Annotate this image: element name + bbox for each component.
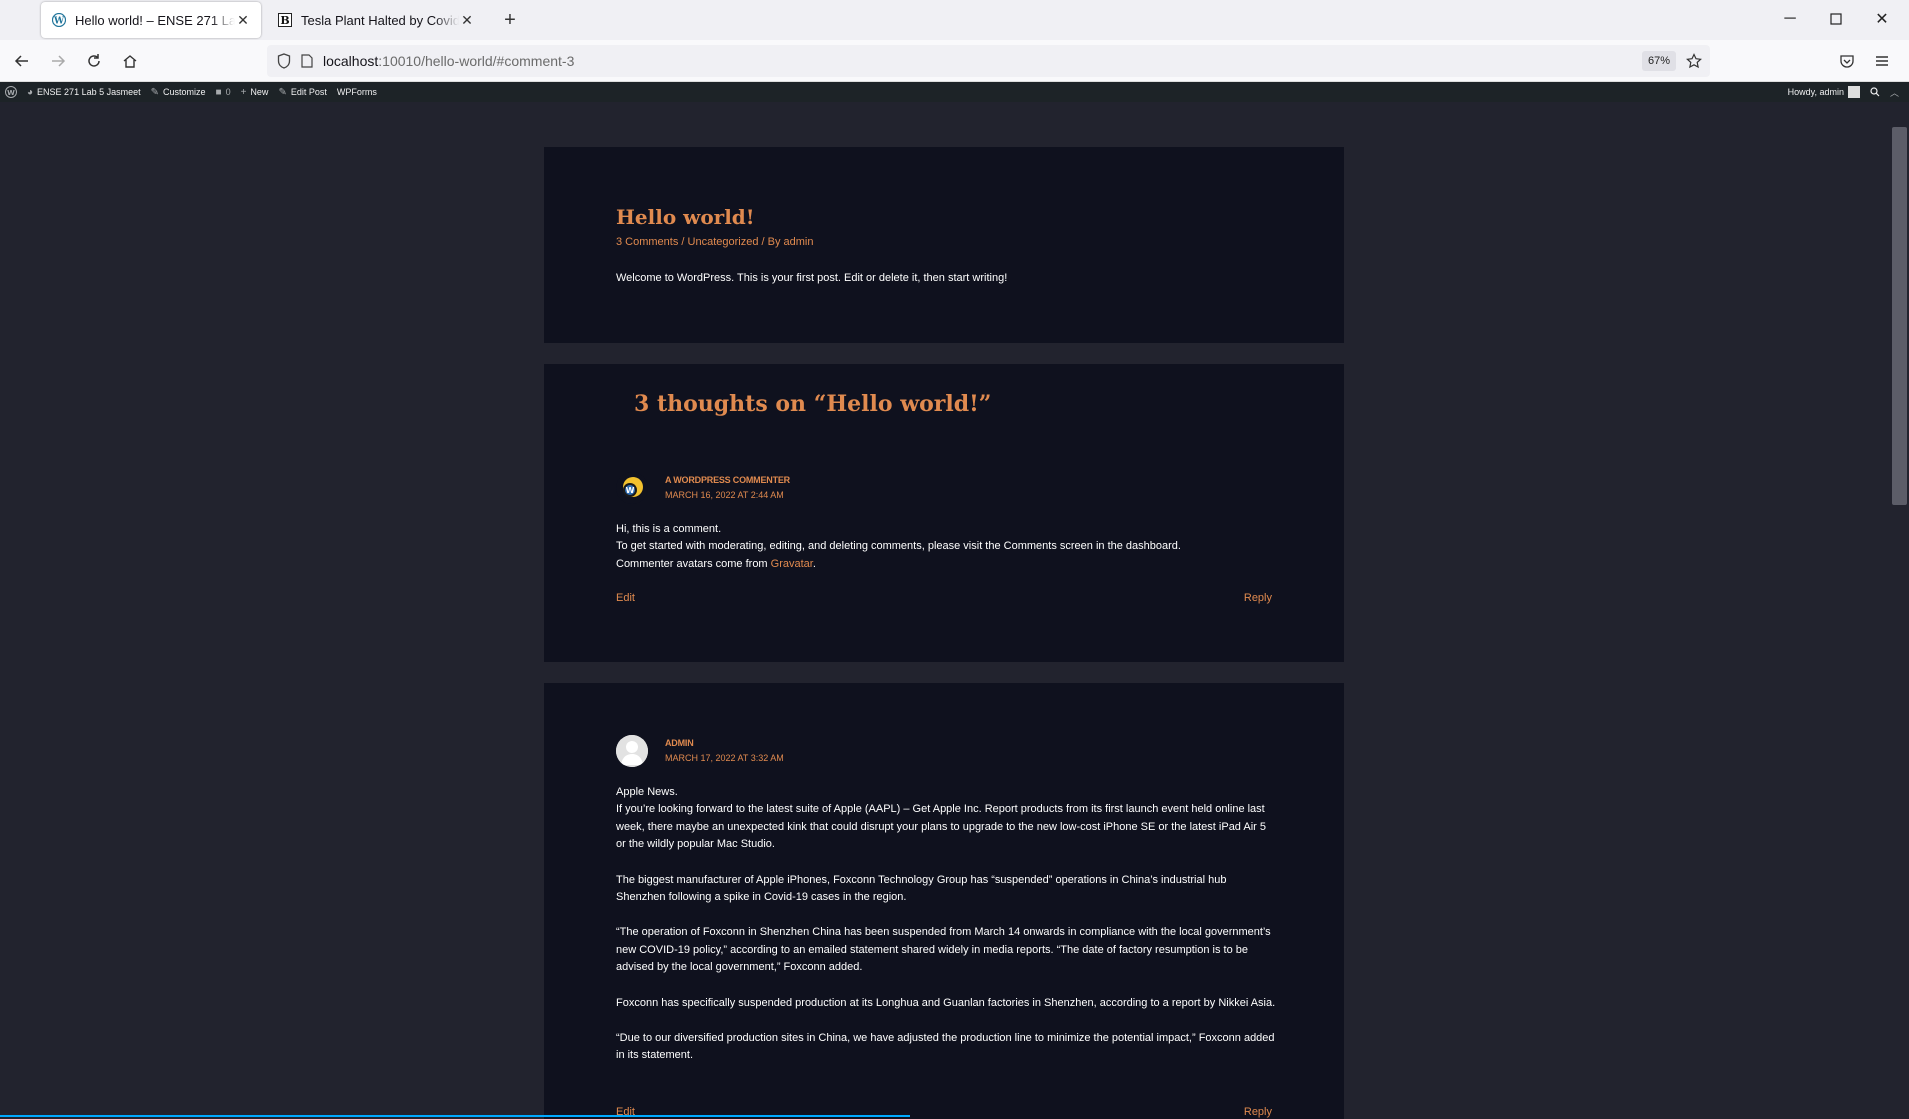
meta-by: / By <box>758 236 784 248</box>
comment-bubble-icon: ■ <box>215 86 222 98</box>
hamburger-menu-icon[interactable] <box>1869 49 1895 73</box>
admin-bar-comments[interactable]: ■ 0 <box>211 82 236 102</box>
comment-date[interactable]: March 16, 2022 at 2:44 am <box>665 490 784 500</box>
comment-card-admin: admin March 17, 2022 at 3:32 am Apple Ne… <box>544 683 1344 1119</box>
reload-icon[interactable] <box>81 49 107 73</box>
pencil-icon: ✎ <box>278 86 287 98</box>
wordpress-icon: W <box>51 12 67 28</box>
maximize-icon[interactable] <box>1818 6 1854 32</box>
gravatar-link[interactable]: Gravatar <box>771 558 813 570</box>
tab-title: Hello world! – ENSE 271 Lab 5 Jasmeet <box>75 12 235 28</box>
plus-icon: + <box>240 86 247 98</box>
post-title[interactable]: Hello world! <box>616 205 755 229</box>
comment-paragraph: Apple News. If you’re looking forward to… <box>616 784 1276 854</box>
home-icon[interactable] <box>117 49 143 73</box>
page-load-bar <box>0 1115 910 1117</box>
comments-card: 3 thoughts on “Hello world!” W A WordPre… <box>544 364 1344 662</box>
reply-link[interactable]: Reply <box>1244 592 1272 604</box>
new-label: New <box>250 87 269 97</box>
customize-label: Customize <box>163 87 206 97</box>
reply-link[interactable]: Reply <box>1244 1106 1272 1118</box>
wp-admin-bar: W ◕ ENSE 271 Lab 5 Jasmeet ✎ Customize ■… <box>0 82 1909 102</box>
comment-line: Apple News. <box>616 786 678 798</box>
comment-line-prefix: Commenter avatars come from <box>616 557 771 570</box>
comments-heading: 3 thoughts on “Hello world!” <box>634 391 992 417</box>
svg-text:W: W <box>7 89 15 97</box>
close-icon[interactable]: ✕ <box>459 12 475 28</box>
admin-bar-new[interactable]: + New <box>236 82 274 102</box>
category-link[interactable]: Uncategorized <box>688 236 759 248</box>
browser-tab-bar: W Hello world! – ENSE 271 Lab 5 Jasmeet … <box>0 0 1909 40</box>
admin-bar-customize[interactable]: ✎ Customize <box>146 82 211 102</box>
comments-count-link[interactable]: 3 Comments <box>616 236 678 248</box>
tab-title: Tesla Plant Halted by Covid. The <box>301 12 459 28</box>
post-meta: 3 Comments / Uncategorized / By admin <box>616 236 814 248</box>
bookmark-star-icon[interactable] <box>1681 49 1707 73</box>
url-host: localhost <box>323 53 379 69</box>
comment-body: Apple News. If you’re looking forward to… <box>616 784 1276 1065</box>
edit-comment-link[interactable]: Edit <box>616 592 635 604</box>
page-content: Hello world! 3 Comments / Uncategorized … <box>0 102 1890 1119</box>
page-icon <box>301 54 313 68</box>
meta-separator: / <box>678 236 688 248</box>
comment-date[interactable]: March 17, 2022 at 3:32 am <box>665 753 784 763</box>
author-link[interactable]: admin <box>784 236 814 248</box>
zoom-level-badge[interactable]: 67% <box>1642 51 1677 71</box>
new-tab-button[interactable]: + <box>498 8 522 32</box>
browser-nav-bar: localhost:10010/hello-world/#comment-3 6… <box>0 40 1909 82</box>
comment-paragraph: The biggest manufacturer of Apple iPhone… <box>616 873 1227 904</box>
comment-line: Commenter avatars come from Gravatar. <box>616 556 1316 573</box>
edit-post-label: Edit Post <box>290 87 327 97</box>
comment-line: If you’re looking forward to the latest … <box>616 803 1266 851</box>
dashboard-icon: ◕ <box>27 86 34 98</box>
comment-author[interactable]: admin <box>665 738 694 748</box>
forward-arrow-icon[interactable] <box>45 49 71 73</box>
comment-line: To get started with moderating, editing,… <box>616 540 1181 553</box>
tab-hello-world[interactable]: W Hello world! – ENSE 271 Lab 5 Jasmeet … <box>41 2 261 38</box>
svg-text:W: W <box>53 17 65 27</box>
comment-author[interactable]: A WordPress Commenter <box>665 475 790 485</box>
commenter-avatar: W <box>616 472 648 504</box>
admin-avatar[interactable] <box>1847 86 1860 98</box>
url-path: :10010/hello-world/#comment-3 <box>378 53 575 69</box>
minimize-icon[interactable]: ─ <box>1772 6 1808 32</box>
chevron-up-icon[interactable]: ︿ <box>1890 86 1899 99</box>
comment-paragraph: “Due to our diversified production sites… <box>616 1032 1275 1062</box>
scrollbar-thumb[interactable] <box>1892 127 1907 505</box>
url-bar[interactable]: localhost:10010/hello-world/#comment-3 <box>267 45 1710 77</box>
admin-avatar-image <box>616 735 648 767</box>
b-letter-icon: B <box>277 12 293 28</box>
window-close-icon[interactable]: ✕ <box>1864 6 1900 32</box>
wp-logo-icon[interactable]: W <box>0 82 22 102</box>
howdy-label[interactable]: Howdy, admin <box>1788 87 1844 97</box>
comment-paragraph: “The operation of Foxconn in Shenzhen Ch… <box>616 926 1271 974</box>
wpforms-label: WPForms <box>336 87 377 97</box>
svg-text:B: B <box>280 14 289 27</box>
pocket-icon[interactable] <box>1834 49 1860 73</box>
comment-paragraph: Foxconn has specifically suspended produ… <box>616 996 1276 1009</box>
admin-bar-wpforms[interactable]: WPForms <box>332 82 382 102</box>
admin-bar-site-name[interactable]: ◕ ENSE 271 Lab 5 Jasmeet <box>22 82 146 102</box>
back-arrow-icon[interactable] <box>9 49 35 73</box>
post-card: Hello world! 3 Comments / Uncategorized … <box>544 147 1344 343</box>
site-name-label: ENSE 271 Lab 5 Jasmeet <box>37 87 141 97</box>
tab-tesla[interactable]: B Tesla Plant Halted by Covid. The ✕ <box>267 2 485 38</box>
brush-icon: ✎ <box>150 86 159 98</box>
shield-icon[interactable] <box>277 53 291 69</box>
comment-body: Hi, this is a comment. To get started wi… <box>616 521 1316 573</box>
post-body: Welcome to WordPress. This is your first… <box>616 272 1008 284</box>
search-icon[interactable] <box>1870 87 1880 97</box>
comments-count: 0 <box>225 87 231 97</box>
comment-line-suffix: . <box>812 557 816 570</box>
comment-line: Hi, this is a comment. <box>616 523 722 535</box>
close-icon[interactable]: ✕ <box>235 12 251 28</box>
svg-text:W: W <box>626 486 635 495</box>
admin-bar-edit-post[interactable]: ✎ Edit Post <box>273 82 331 102</box>
